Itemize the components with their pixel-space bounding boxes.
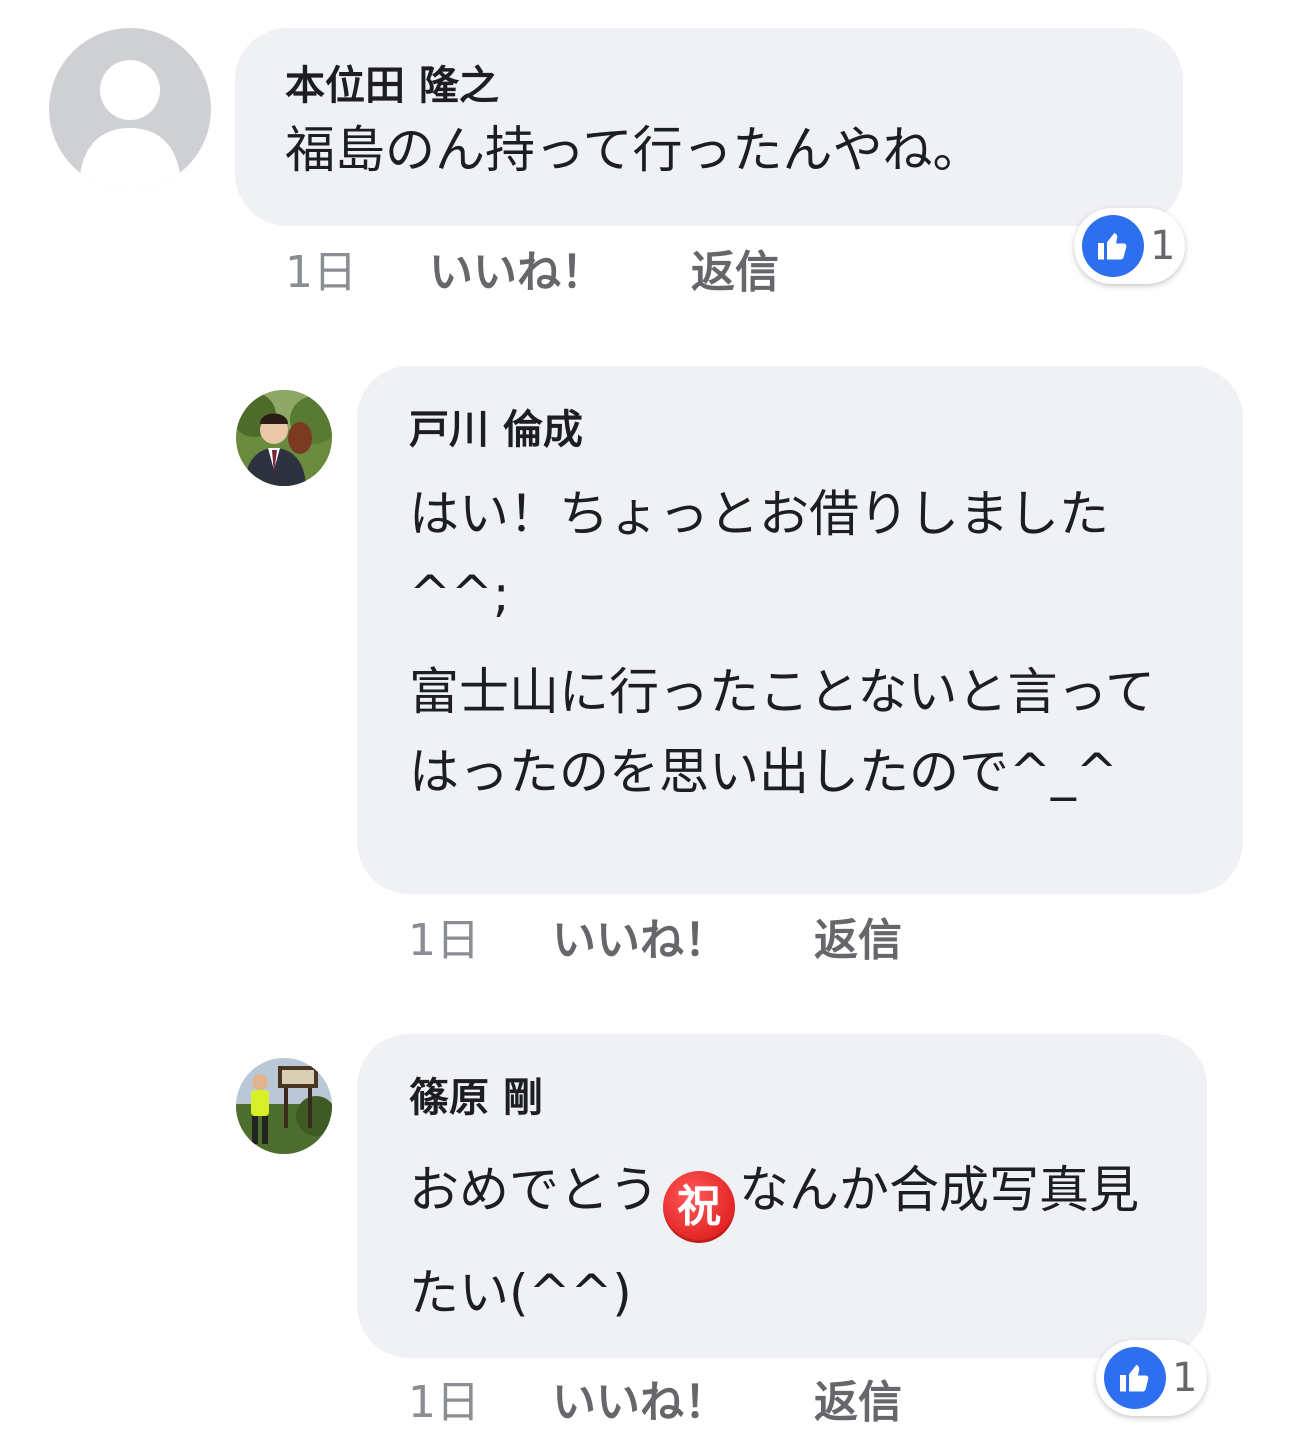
comment-actions: 1日 いいね！ 返信 [408,906,902,966]
profile-photo [236,1058,332,1154]
comment-actions: 1日 いいね！ 返信 [285,238,779,298]
reply-button[interactable]: 返信 [691,236,779,300]
comment-timestamp[interactable]: 1日 [408,1366,552,1430]
comment-text: はい！ちょっとお借りしました^^; 富士山に行ったことないと言ってはったのを思い… [409,474,1197,812]
avatar[interactable] [236,1058,332,1154]
thumbs-up-icon [1082,215,1144,277]
comment-text-segment: おめでとう [409,1161,659,1219]
profile-photo [236,390,332,486]
reaction-count: 1 [1150,223,1176,269]
comment-timestamp[interactable]: 1日 [285,236,429,300]
comment-bubble: 戸川 倫成 はい！ちょっとお借りしました^^; 富士山に行ったことないと言っては… [357,366,1243,894]
comment-bubble: 篠原 剛 おめでとう祝なんか合成写真見たい(^^) [357,1034,1207,1358]
reaction-summary[interactable]: 1 [1096,1340,1208,1416]
comment-text-line: 福島のん持って行ったんやね。 [285,121,983,179]
avatar[interactable] [49,28,211,190]
thumbs-up-icon [1104,1347,1166,1409]
reply-button[interactable]: 返信 [814,904,902,968]
avatar[interactable] [236,390,332,486]
like-button[interactable]: いいね！ [429,236,691,300]
comment-text-line: 富士山に行ったことないと言ってはったのを思い出したので^_^ [409,663,1155,801]
comment-bubble: 本位田 隆之 福島のん持って行ったんやね。 [235,28,1183,226]
comment-author[interactable]: 戸川 倫成 [409,406,1197,454]
comment-author[interactable]: 本位田 隆之 [285,62,1133,110]
comment-timestamp[interactable]: 1日 [408,904,552,968]
like-button[interactable]: いいね！ [552,904,814,968]
comment-actions: 1日 いいね！ 返信 [408,1368,902,1428]
reaction-count: 1 [1172,1355,1198,1401]
comment-text-line: おめでとう祝なんか合成写真見たい(^^) [409,1140,1167,1343]
reply-button[interactable]: 返信 [814,1366,902,1430]
default-user-silhouette-icon [49,28,211,190]
like-button[interactable]: いいね！ [552,1366,814,1430]
reaction-summary[interactable]: 1 [1074,208,1186,284]
comment-text-line: はい！ちょっとお借りしました^^; [409,485,1109,623]
celebration-emoji-icon: 祝 [663,1171,735,1243]
comment-text: 福島のん持って行ったんやね。 [285,114,1133,186]
comment-author[interactable]: 篠原 剛 [409,1074,1167,1122]
comment-text: おめでとう祝なんか合成写真見たい(^^) [409,1140,1167,1343]
